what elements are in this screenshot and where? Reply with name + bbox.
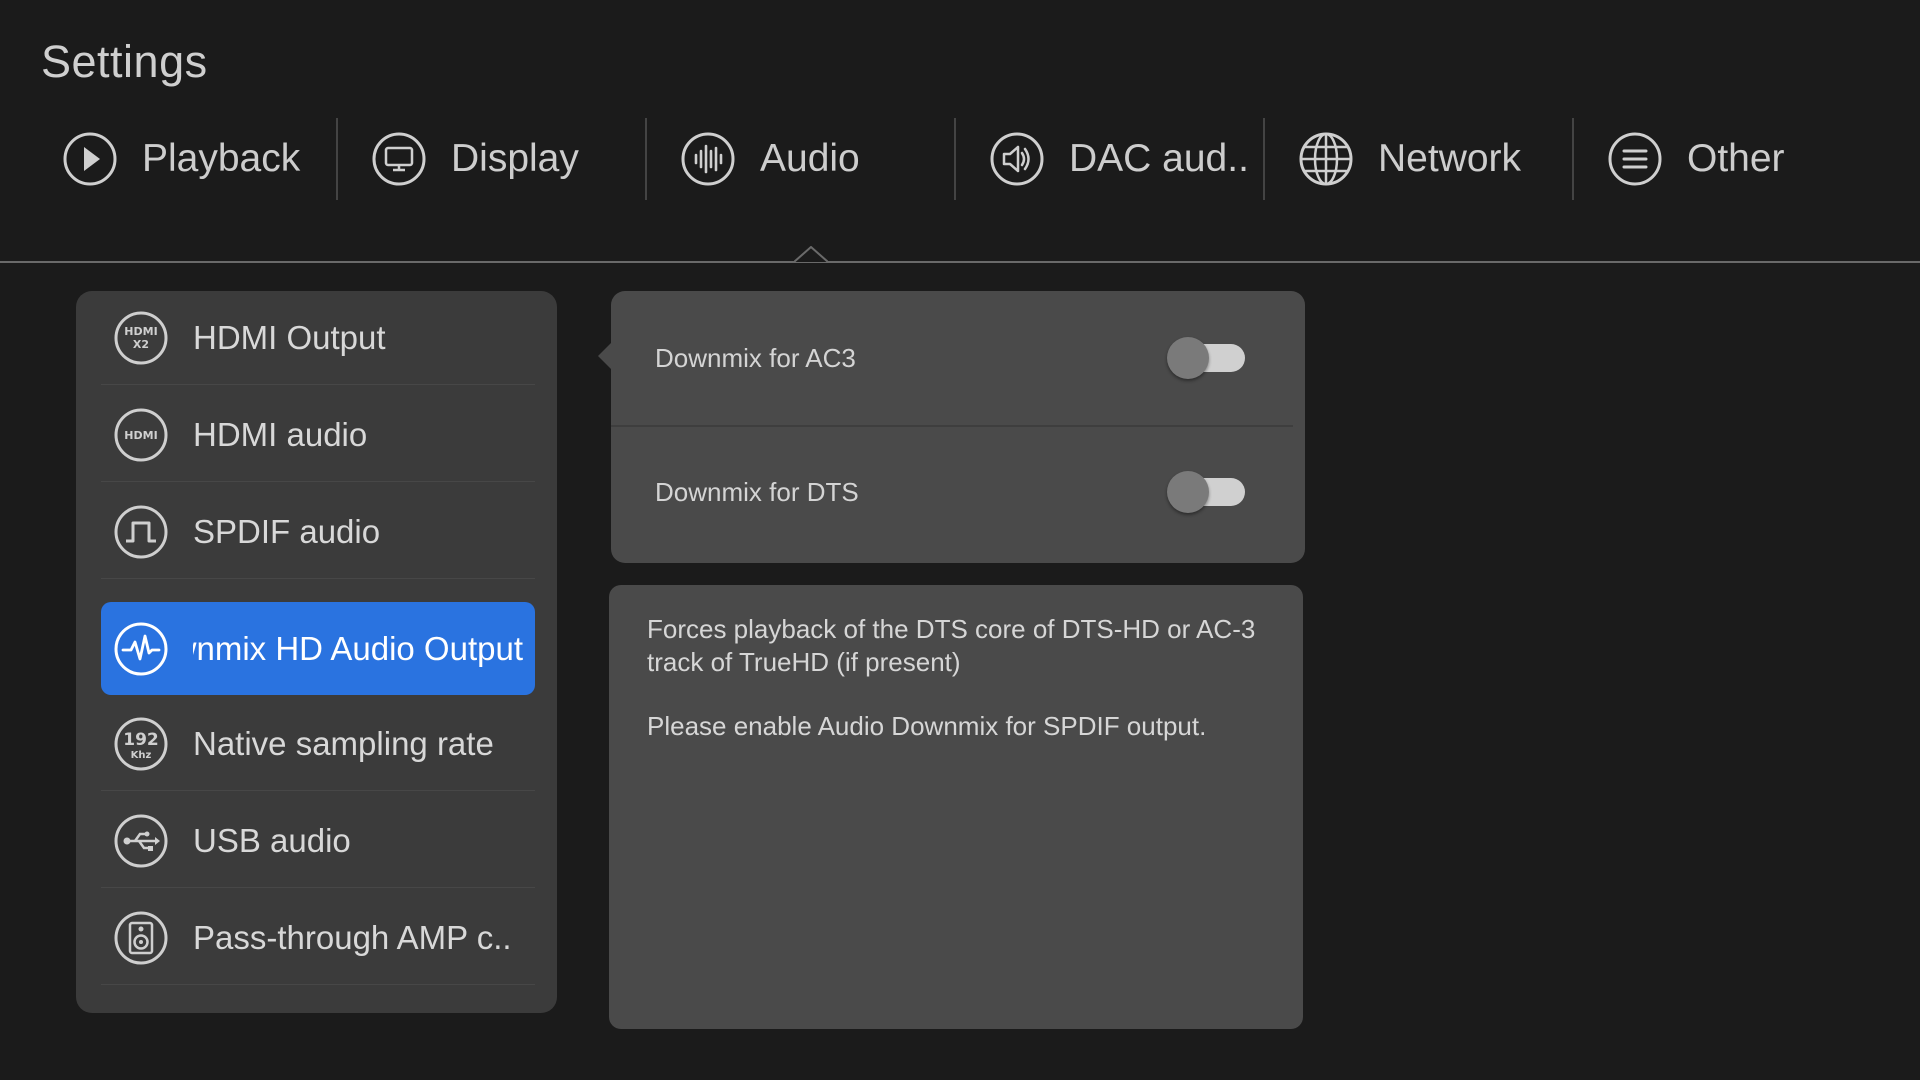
- page-title: Settings: [41, 36, 208, 87]
- downmix-dts-toggle[interactable]: [1167, 471, 1247, 513]
- option-label: Downmix for AC3: [655, 342, 856, 373]
- tab-label: Playback: [142, 137, 301, 180]
- sampling-rate-icon: 192 Khz: [113, 716, 169, 772]
- tab-separator: [645, 118, 647, 200]
- tab-separator: [954, 118, 956, 200]
- sidebar-item-label: Native sampling rate: [193, 724, 494, 762]
- tab-playback[interactable]: Playback: [40, 118, 349, 200]
- option-downmix-ac3[interactable]: Downmix for AC3: [611, 291, 1305, 425]
- tab-label: Audio: [760, 137, 860, 180]
- sidebar-item-label: SPDIF audio: [193, 512, 381, 550]
- toggle-knob: [1167, 471, 1209, 513]
- option-downmix-dts[interactable]: Downmix for DTS: [611, 425, 1305, 559]
- waveform-icon: [680, 131, 736, 187]
- option-label: Downmix for DTS: [655, 476, 859, 507]
- sidebar-item-label: HDMI Output: [193, 318, 386, 356]
- hdmi-x2-icon: HDMI X2: [113, 310, 169, 366]
- downmix-options-panel: Downmix for AC3 Downmix for DTS: [611, 291, 1305, 563]
- monitor-icon: [371, 131, 427, 187]
- sidebar-item-usb-audio[interactable]: USB audio: [101, 794, 535, 888]
- sidebar-item-hdmi-audio[interactable]: HDMI HDMI audio: [101, 388, 535, 482]
- tab-label: Network: [1378, 137, 1522, 180]
- audio-settings-list: HDMI X2 HDMI Output HDMI HDMI audio SPDIF…: [76, 291, 557, 1013]
- spdif-wave-icon: [113, 504, 169, 560]
- svg-text:Khz: Khz: [131, 750, 152, 761]
- tab-separator: [1572, 118, 1574, 200]
- sidebar-item-label: Downmix HD Audio Output: [193, 629, 523, 667]
- sidebar-item-pass-through-amp[interactable]: Pass-through AMP c..: [101, 891, 535, 985]
- panel-pointer: [598, 342, 612, 370]
- sidebar-item-label: HDMI audio: [193, 415, 368, 453]
- play-circle-icon: [62, 131, 118, 187]
- sidebar-item-label: USB audio: [193, 821, 351, 859]
- tab-label: Display: [451, 137, 579, 180]
- toggle-knob: [1167, 337, 1209, 379]
- description-line: Forces playback of the DTS core of DTS-H…: [647, 614, 1256, 677]
- tab-label: DAC aud..: [1069, 137, 1249, 180]
- sidebar-item-spdif-audio[interactable]: SPDIF audio: [101, 485, 535, 579]
- description-text: Forces playback of the DTS core of DTS-H…: [647, 613, 1277, 774]
- menu-icon: [1607, 131, 1663, 187]
- svg-text:HDMI: HDMI: [124, 429, 157, 442]
- description-panel: Forces playback of the DTS core of DTS-H…: [609, 585, 1303, 1029]
- svg-text:X2: X2: [133, 338, 149, 351]
- tab-separator: [336, 118, 338, 200]
- tab-bar: Playback Display Audio DAC aud.. Network: [0, 118, 1920, 200]
- hdmi-icon: HDMI: [113, 407, 169, 463]
- tab-dac-audio[interactable]: DAC aud..: [967, 118, 1276, 200]
- tab-network[interactable]: Network: [1276, 118, 1585, 200]
- downmix-ac3-toggle[interactable]: [1167, 337, 1247, 379]
- tab-other[interactable]: Other: [1585, 118, 1894, 200]
- svg-text:HDMI: HDMI: [124, 325, 157, 338]
- sidebar-item-label: Pass-through AMP c..: [193, 918, 512, 956]
- globe-icon: [1298, 131, 1354, 187]
- svg-text:192: 192: [123, 730, 159, 750]
- tab-display[interactable]: Display: [349, 118, 658, 200]
- sidebar-item-hdmi-output[interactable]: HDMI X2 HDMI Output: [101, 291, 535, 385]
- tab-underline: [0, 261, 1920, 263]
- amp-speaker-icon: [113, 910, 169, 966]
- tab-separator: [1263, 118, 1265, 200]
- description-line: Please enable Audio Downmix for SPDIF ou…: [647, 711, 1207, 741]
- tab-audio[interactable]: Audio: [658, 118, 967, 200]
- tab-label: Other: [1687, 137, 1785, 180]
- sidebar-item-downmix-hd-audio[interactable]: Downmix HD Audio Output: [101, 602, 535, 695]
- sidebar-item-native-sampling-rate[interactable]: 192 Khz Native sampling rate: [101, 697, 535, 791]
- pulse-icon: [113, 621, 169, 677]
- usb-icon: [113, 813, 169, 869]
- speaker-icon: [989, 131, 1045, 187]
